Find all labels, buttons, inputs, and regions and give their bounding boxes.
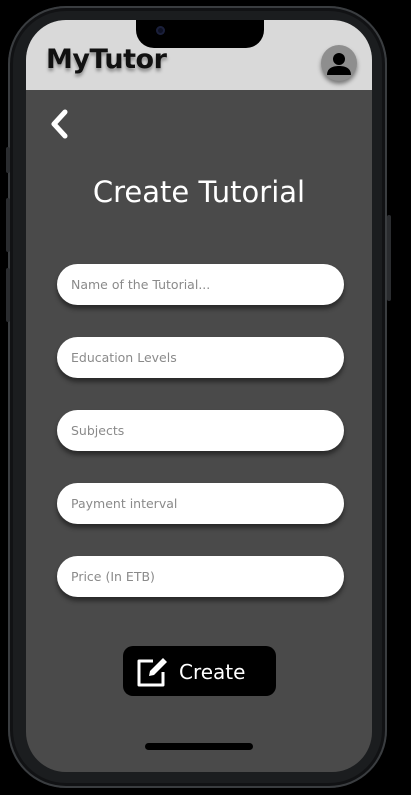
page-title: Create Tutorial: [92, 175, 306, 209]
create-button-label: Create: [179, 660, 246, 684]
tutorial-name-input[interactable]: [57, 264, 344, 305]
phone-notch: [136, 20, 264, 48]
edit-icon: [137, 658, 167, 687]
phone-mute-switch: [6, 147, 10, 173]
education-levels-input[interactable]: [57, 337, 344, 378]
user-avatar-icon[interactable]: [321, 45, 357, 81]
app-screen: MyTutor Create Tutorial Create: [26, 20, 372, 772]
subjects-input[interactable]: [57, 410, 344, 451]
phone-power-button: [387, 215, 391, 301]
home-indicator[interactable]: [145, 743, 253, 750]
back-button[interactable]: [46, 106, 76, 142]
payment-interval-input[interactable]: [57, 483, 344, 524]
phone-volume-down-button: [6, 268, 10, 322]
app-logo: MyTutor: [46, 44, 167, 75]
front-camera: [156, 26, 165, 35]
price-input[interactable]: [57, 556, 344, 597]
phone-volume-up-button: [6, 198, 10, 252]
chevron-left-icon: [51, 109, 68, 139]
create-button[interactable]: Create: [123, 646, 276, 696]
